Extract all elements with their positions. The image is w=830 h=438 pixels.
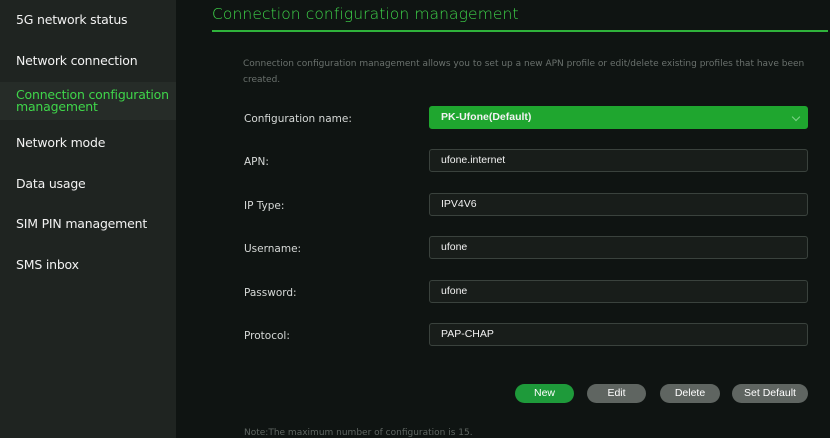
sidebar-item-sms-inbox[interactable]: SMS inbox — [0, 257, 176, 272]
edit-button[interactable]: Edit — [587, 384, 646, 403]
sidebar: 5G network status Network connection Con… — [0, 0, 176, 438]
username-label: Username: — [244, 243, 302, 255]
configuration-name-label: Configuration name: — [244, 113, 352, 125]
ip-type-field[interactable]: IPV4V6 — [429, 193, 808, 216]
chevron-down-icon — [791, 112, 801, 122]
sidebar-item-data-usage[interactable]: Data usage — [0, 176, 176, 191]
configuration-name-value: PK-Ufone(Default) — [441, 111, 532, 123]
title-divider — [212, 30, 828, 32]
apn-label: APN: — [244, 156, 269, 168]
main-panel: Connection configuration management Conn… — [176, 0, 830, 438]
username-field[interactable]: ufone — [429, 236, 808, 259]
password-label: Password: — [244, 287, 297, 299]
sidebar-item-sim-pin-management[interactable]: SIM PIN management — [0, 216, 176, 231]
page-title: Connection configuration management — [212, 5, 519, 23]
new-button[interactable]: New — [515, 384, 574, 403]
protocol-label: Protocol: — [244, 330, 290, 342]
delete-button[interactable]: Delete — [660, 384, 720, 403]
max-configuration-note: Note:The maximum number of configuration… — [244, 428, 473, 438]
password-field[interactable]: ufone — [429, 280, 808, 303]
sidebar-item-network-connection[interactable]: Network connection — [0, 53, 176, 68]
sidebar-item-5g-network-status[interactable]: 5G network status — [0, 12, 176, 27]
sidebar-item-network-mode[interactable]: Network mode — [0, 135, 176, 150]
protocol-field[interactable]: PAP-CHAP — [429, 323, 808, 346]
set-default-button[interactable]: Set Default — [732, 384, 808, 403]
page-description: Connection configuration management allo… — [243, 59, 805, 85]
configuration-name-select[interactable]: PK-Ufone(Default) — [429, 106, 808, 129]
sidebar-item-connection-configuration-management[interactable]: Connection configuration management — [0, 82, 176, 120]
apn-field[interactable]: ufone.internet — [429, 149, 808, 172]
ip-type-label: IP Type: — [244, 200, 285, 212]
